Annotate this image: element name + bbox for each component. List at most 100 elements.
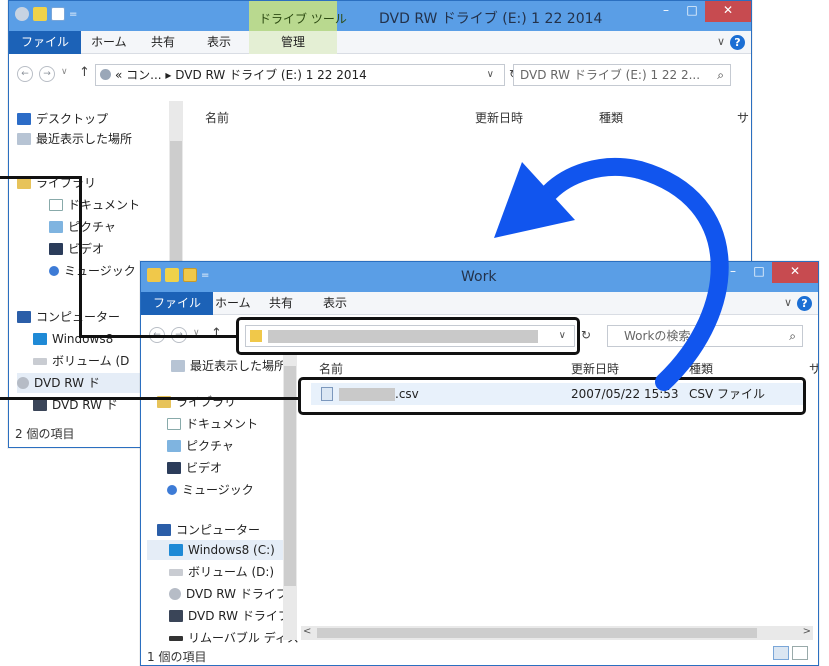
- video-icon: [167, 462, 181, 474]
- qat-dropdown-icon[interactable]: =: [201, 270, 209, 281]
- tree-label: ピクチャ: [186, 439, 234, 453]
- search-box[interactable]: Workの検索 ⌕: [607, 325, 803, 347]
- file-row-callout: [298, 377, 806, 415]
- tree-item-desktop[interactable]: デスクトップ: [17, 109, 108, 129]
- tab-view[interactable]: 表示: [195, 31, 243, 54]
- tree-item-windows8[interactable]: Windows8: [33, 329, 113, 349]
- tab-view[interactable]: 表示: [311, 292, 359, 315]
- back-ribbon-tabs: ファイル ホーム 共有 表示 管理 ∨ ?: [9, 31, 751, 54]
- minimize-button[interactable]: –: [720, 262, 746, 283]
- search-icon[interactable]: ⌕: [789, 326, 796, 346]
- new-folder-icon[interactable]: [183, 268, 197, 282]
- tree-label: ドキュメント: [186, 417, 259, 431]
- hard-drive-icon: [33, 357, 47, 365]
- view-toggle: [773, 646, 808, 660]
- recent-places-icon: [17, 133, 31, 145]
- tree-item-pictures[interactable]: ピクチャ: [167, 436, 234, 456]
- front-ribbon-tabs: ファイル ホーム 共有 表示 ∨ ?: [141, 292, 818, 315]
- close-button[interactable]: ✕: [772, 262, 818, 283]
- horizontal-scrollbar[interactable]: < >: [301, 626, 813, 640]
- tree-item-volume-d[interactable]: ボリューム (D:): [169, 562, 274, 582]
- callout-connector: [0, 176, 82, 179]
- column-name[interactable]: 名前: [205, 107, 229, 129]
- tree-item-music[interactable]: ミュージック: [49, 261, 136, 281]
- details-view-icon[interactable]: [773, 646, 789, 660]
- dvd-drive-icon: [33, 399, 47, 411]
- video-icon: [49, 243, 63, 255]
- back-titlebar[interactable]: = ドライブ ツール DVD RW ドライブ (E:) 1 22 2014 – …: [9, 1, 751, 31]
- scroll-left-icon[interactable]: <: [303, 626, 311, 637]
- new-folder-icon[interactable]: [51, 7, 65, 21]
- tab-manage[interactable]: 管理: [249, 31, 337, 54]
- column-type[interactable]: 種類: [599, 107, 623, 129]
- help-icon[interactable]: ?: [730, 35, 745, 50]
- tree-item-dvd-1[interactable]: DVD RW ドライブ: [169, 584, 288, 604]
- tree-label: ビデオ: [68, 242, 105, 256]
- tree-item-windows8[interactable]: Windows8 (C:): [147, 540, 283, 560]
- window-title: Work: [461, 269, 497, 285]
- tab-share[interactable]: 共有: [139, 31, 187, 54]
- column-size[interactable]: サ: [737, 107, 749, 129]
- window-controls: – □ ✕: [653, 1, 751, 22]
- tree-label: DVD RW ドライブ: [186, 587, 288, 601]
- tree-item-documents[interactable]: ドキュメント: [49, 195, 140, 215]
- tree-item-recent[interactable]: 最近表示した場所: [171, 356, 286, 376]
- recent-locations-icon[interactable]: ∨: [61, 67, 68, 77]
- refresh-button[interactable]: ↻: [581, 328, 591, 342]
- documents-icon: [167, 418, 181, 430]
- removable-drive-icon: [169, 635, 183, 641]
- maximize-button[interactable]: □: [746, 262, 772, 283]
- pictures-icon: [49, 221, 63, 233]
- pictures-icon: [167, 440, 181, 452]
- window-title: DVD RW ドライブ (E:) 1 22 2014: [379, 11, 603, 27]
- tree-item-computer[interactable]: コンピューター: [17, 307, 120, 327]
- up-arrow-icon[interactable]: ↑: [79, 65, 90, 80]
- column-size[interactable]: サ: [809, 358, 818, 380]
- tree-item-pictures[interactable]: ピクチャ: [49, 217, 116, 237]
- tab-share[interactable]: 共有: [257, 292, 305, 315]
- up-arrow-icon[interactable]: ↑: [211, 326, 222, 341]
- tree-item-videos[interactable]: ビデオ: [49, 239, 104, 259]
- ribbon-expand-icon[interactable]: ∨: [717, 35, 725, 48]
- address-dropdown-icon[interactable]: ∨: [487, 65, 494, 85]
- back-arrow-icon[interactable]: ←: [17, 66, 33, 82]
- dvd-drive-icon: [169, 610, 183, 622]
- hard-drive-icon: [169, 568, 183, 576]
- tree-item-documents[interactable]: ドキュメント: [167, 414, 258, 434]
- close-button[interactable]: ✕: [705, 1, 751, 22]
- properties-icon[interactable]: [165, 268, 179, 282]
- large-icons-view-icon[interactable]: [792, 646, 808, 660]
- callout-connector: [0, 397, 300, 400]
- window-controls: – □ ✕: [720, 262, 818, 283]
- tree-item-removable[interactable]: リムーバブル ディス: [169, 628, 299, 648]
- search-box[interactable]: DVD RW ドライブ (E:) 1 22 2... ⌕: [513, 64, 731, 86]
- tree-item-videos[interactable]: ビデオ: [167, 458, 222, 478]
- front-titlebar[interactable]: = Work – □ ✕: [141, 262, 818, 292]
- scroll-thumb[interactable]: [317, 628, 757, 638]
- ribbon-expand-icon[interactable]: ∨: [784, 296, 792, 309]
- maximize-button[interactable]: □: [679, 1, 705, 22]
- scroll-right-icon[interactable]: >: [803, 626, 811, 637]
- forward-arrow-icon[interactable]: →: [39, 66, 55, 82]
- help-icon[interactable]: ?: [797, 296, 812, 311]
- tree-label: ビデオ: [186, 461, 223, 475]
- qat-dropdown-icon[interactable]: =: [69, 9, 77, 20]
- recent-places-icon: [171, 360, 185, 372]
- tab-home[interactable]: ホーム: [79, 31, 139, 54]
- tree-item-music[interactable]: ミュージック: [167, 480, 254, 500]
- tree-item-volume-d[interactable]: ボリューム (D: [33, 351, 129, 371]
- tree-label: 最近表示した場所: [36, 132, 133, 146]
- tree-label: コンピューター: [36, 310, 121, 324]
- search-icon[interactable]: ⌕: [717, 65, 724, 85]
- tab-file[interactable]: ファイル: [9, 31, 82, 54]
- tree-item-computer[interactable]: コンピューター: [157, 520, 260, 540]
- minimize-button[interactable]: –: [653, 1, 679, 22]
- tree-item-dvd-2[interactable]: DVD RW ドライブ: [169, 606, 290, 626]
- tree-item-libraries[interactable]: ライブラリ: [157, 392, 236, 412]
- column-date[interactable]: 更新日時: [475, 107, 523, 129]
- tree-item-recent[interactable]: 最近表示した場所: [17, 129, 132, 149]
- documents-icon: [49, 199, 63, 211]
- address-bar[interactable]: « コン... ▸ DVD RW ドライブ (E:) 1 22 2014 ∨: [95, 64, 505, 86]
- tab-home[interactable]: ホーム: [203, 292, 263, 315]
- properties-icon[interactable]: [33, 7, 47, 21]
